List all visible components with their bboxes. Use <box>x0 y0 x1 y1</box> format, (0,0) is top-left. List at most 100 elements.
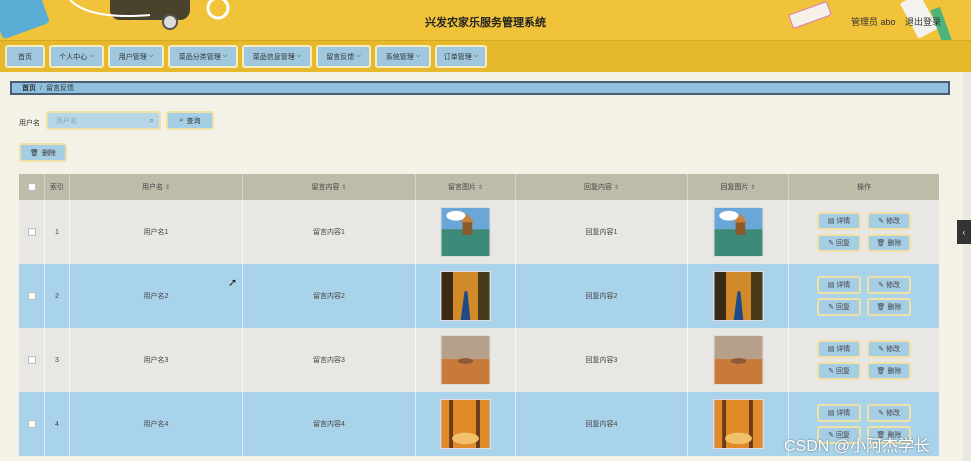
edit-button[interactable]: ✎ 修改 <box>867 276 911 294</box>
row-checkbox[interactable] <box>27 228 36 236</box>
delete-button[interactable]: 🗑 删除 <box>19 143 67 162</box>
sidebar-toggle-icon[interactable]: ‹ <box>957 220 971 244</box>
sort-icon: ⇕ <box>341 184 347 191</box>
edit-label: 修改 <box>885 218 900 225</box>
nav-item-user-management[interactable]: 用户管理 ⌵ <box>108 45 164 68</box>
reply-cell: 回复内容2 <box>516 264 688 328</box>
chevron-down-icon: ⌵ <box>356 53 361 59</box>
reply-image[interactable] <box>712 207 764 257</box>
edit-button[interactable]: ✎ 修改 <box>867 340 911 358</box>
top-header: 兴发农家乐服务管理系统 管理员 abo 退出登录 <box>0 0 971 40</box>
reply-button[interactable]: ✎ 回复 <box>817 298 861 316</box>
detail-label: 详情 <box>836 410 851 417</box>
detail-button[interactable]: ▤ 详情 <box>817 340 861 358</box>
detail-button[interactable]: ▤ 详情 <box>817 276 861 294</box>
trash-icon: 🗑 <box>876 240 886 247</box>
detail-button[interactable]: ▤ 详情 <box>817 404 861 422</box>
message-image[interactable] <box>440 335 491 385</box>
reply-button[interactable]: ✎ 回复 <box>817 234 861 252</box>
index-cell: 4 <box>45 392 70 456</box>
detail-button[interactable]: ▤ 详情 <box>817 212 861 230</box>
reply-cell: 回复内容3 <box>516 328 688 392</box>
row-checkbox[interactable] <box>27 356 36 364</box>
breadcrumb-home[interactable]: 首页 <box>22 83 36 93</box>
detail-label: 详情 <box>836 346 851 353</box>
delete-label: 删除 <box>887 240 902 247</box>
search-button[interactable]: ⌕ 查询 <box>166 111 214 130</box>
row-checkbox[interactable] <box>27 420 36 428</box>
sort-icon: ⇕ <box>613 184 620 191</box>
reply-image-cell <box>688 264 789 328</box>
table-row[interactable]: 1 用户名1 留言内容1 回复内容1 ▤ 详情 ✎ 修改 ✎ 回复 🗑 删除 <box>19 200 939 264</box>
column-header-message[interactable]: 留言内容 ⇕ <box>243 174 416 200</box>
column-header-message-image[interactable]: 留言图片 ⇕ <box>416 174 516 200</box>
column-header-username[interactable]: 用户名 ⇕ <box>70 174 243 200</box>
pencil-icon: ✎ <box>878 410 884 417</box>
chevron-down-icon: ⌵ <box>473 53 479 59</box>
breadcrumb: 首页 / 留言反馈 <box>10 81 950 95</box>
actions-cell: ▤ 详情 ✎ 修改 ✎ 回复 🗑 删除 <box>789 200 939 264</box>
pencil-icon: ✎ <box>828 304 834 311</box>
column-header-reply[interactable]: 回复内容 ⇕ <box>516 174 688 200</box>
edit-label: 修改 <box>885 346 900 353</box>
column-header-reply-image[interactable]: 回复图片 ⇕ <box>688 174 789 200</box>
delete-label: 删除 <box>887 304 902 311</box>
feedback-table: 索引 用户名 ⇕ 留言内容 ⇕ 留言图片 ⇕ 回复内容 ⇕ 回复图片 ⇕ 操作 1 用户名… <box>19 174 939 461</box>
column-header-index: 索引 <box>45 174 70 200</box>
row-select-cell <box>19 392 45 456</box>
document-icon: ▤ <box>827 346 835 353</box>
index-cell: 2 <box>45 264 70 328</box>
row-checkbox[interactable] <box>27 292 36 300</box>
message-image[interactable] <box>440 271 491 321</box>
nav-item-system[interactable]: 系统管理 ⌵ <box>375 45 431 68</box>
search-placeholder: 用户名 <box>56 117 77 125</box>
nav-item-dish-category[interactable]: 菜品分类管理 ⌵ <box>168 45 238 68</box>
reply-image[interactable] <box>712 271 764 321</box>
nav-item-dish-info[interactable]: 菜品信息管理 ⌵ <box>242 45 312 68</box>
delete-row-button[interactable]: 🗑 删除 <box>867 234 911 252</box>
username-cell: 用户名3 <box>70 328 243 392</box>
nav-item-label: 菜品分类管理 <box>178 53 221 61</box>
search-icon: ⌕ <box>149 116 154 125</box>
reply-image-cell <box>688 328 789 392</box>
logout-link[interactable]: 退出登录 <box>905 15 941 28</box>
message-cell: 留言内容1 <box>243 200 416 264</box>
column-header-actions: 操作 <box>857 184 871 191</box>
mouse-cursor-icon: ➚ <box>228 277 238 289</box>
message-image[interactable] <box>440 399 491 449</box>
chevron-down-icon: ⌵ <box>222 53 228 59</box>
document-icon: ▤ <box>827 282 835 289</box>
delete-row-button[interactable]: 🗑 删除 <box>867 362 911 380</box>
delete-row-button[interactable]: 🗑 删除 <box>867 298 911 316</box>
edit-button[interactable]: ✎ 修改 <box>867 404 911 422</box>
nav-item-feedback[interactable]: 留言反馈 ⌵ <box>316 45 371 68</box>
message-cell: 留言内容2 <box>243 264 416 328</box>
reply-button[interactable]: ✎ 回复 <box>817 362 861 380</box>
reply-image[interactable] <box>712 399 764 449</box>
chevron-down-icon: ⌵ <box>415 53 421 59</box>
search-button-label: 查询 <box>186 117 201 125</box>
edit-label: 修改 <box>885 282 900 289</box>
message-image-cell <box>416 392 516 456</box>
reply-image[interactable] <box>712 335 764 385</box>
actions-cell: ▤ 详情 ✎ 修改 ✎ 回复 🗑 删除 <box>789 264 939 328</box>
delete-button-label: 删除 <box>41 149 56 157</box>
nav-item-home[interactable]: 首页 <box>5 45 45 68</box>
message-image[interactable] <box>440 207 491 257</box>
app-title: 兴发农家乐服务管理系统 <box>425 17 546 29</box>
select-all-checkbox[interactable] <box>27 183 36 191</box>
nav-item-personal-center[interactable]: 个人中心 ⌵ <box>49 45 104 68</box>
row-select-cell <box>19 328 45 392</box>
detail-label: 详情 <box>836 282 851 289</box>
message-image-cell <box>416 264 516 328</box>
sort-icon: ⇕ <box>477 184 484 191</box>
search-input[interactable]: 用户名 ⌕ <box>46 111 161 130</box>
table-row[interactable]: 3 用户名3 留言内容3 回复内容3 ▤ 详情 ✎ 修改 ✎ 回复 🗑 删除 <box>19 328 939 392</box>
delete-label: 删除 <box>887 368 902 375</box>
index-cell: 1 <box>45 200 70 264</box>
search-icon: ⌕ <box>179 116 184 124</box>
edit-button[interactable]: ✎ 修改 <box>867 212 911 230</box>
nav-item-orders[interactable]: 订单管理 ⌵ <box>435 45 487 68</box>
scrollbar[interactable] <box>963 72 971 461</box>
table-row[interactable]: 2 用户名2 留言内容2 回复内容2 ▤ 详情 ✎ 修改 ✎ 回复 🗑 删除 <box>19 264 939 328</box>
